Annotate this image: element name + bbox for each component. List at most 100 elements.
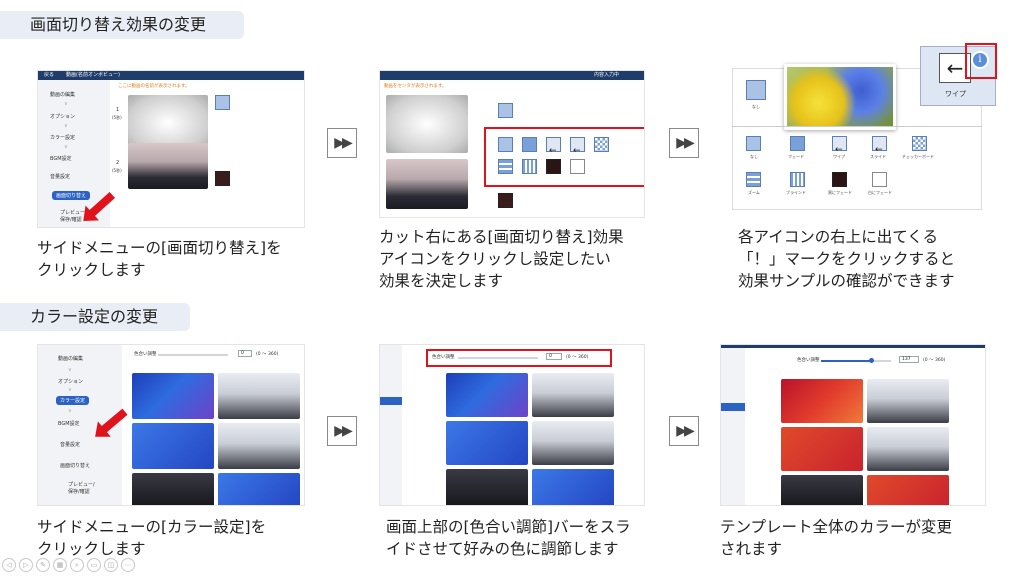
sidebar [380, 345, 402, 505]
sidebar-item-preview-sub[interactable]: 保存/確認 [60, 216, 82, 223]
effect-slide-icon[interactable]: ← [872, 136, 887, 155]
screenshot-step1: 戻る 動画(名前オンボビュー) ここに動画の名前が表示されます。 動画の編集 ∨… [37, 70, 305, 228]
transition-none-icon[interactable] [498, 103, 513, 118]
template-thumbnail[interactable] [867, 475, 949, 505]
sidebar-item-option[interactable]: オプション [50, 113, 75, 120]
chevron-down-icon: ∨ [68, 367, 72, 373]
subtitle-icon[interactable]: ▭ [87, 558, 101, 572]
template-thumbnail[interactable] [867, 427, 949, 471]
template-thumbnail[interactable] [218, 473, 300, 505]
effect-wipe-icon[interactable]: ← [832, 136, 847, 155]
effect-slide-icon[interactable]: ← [570, 137, 585, 156]
hue-slider[interactable] [458, 357, 538, 359]
sidebar-item-option[interactable]: オプション [58, 378, 83, 385]
caption-line: クリックします [37, 261, 146, 279]
sidebar-item-color[interactable]: カラー設定 [50, 134, 75, 141]
template-thumbnail[interactable] [132, 373, 214, 419]
template-thumbnail[interactable] [446, 373, 528, 417]
sidebar-item-voice[interactable]: 音量設定 [60, 441, 80, 448]
effect-zoom-icon[interactable] [746, 172, 761, 187]
chevron-down-icon: ∨ [64, 101, 68, 107]
effect-blind-icon[interactable] [522, 159, 537, 174]
template-thumbnail[interactable] [132, 423, 214, 469]
cut-thumbnail[interactable] [128, 143, 208, 189]
sidebar-item-bgm[interactable]: BGM設定 [50, 155, 72, 162]
transition-black-fade-icon[interactable] [498, 193, 513, 208]
template-thumbnail[interactable] [218, 373, 300, 419]
sidebar-item-transition[interactable]: 画面切り替え [52, 191, 91, 200]
sidebar-item-color-selected[interactable] [380, 397, 402, 405]
template-thumbnail[interactable] [532, 421, 614, 465]
cut-thumbnail[interactable] [386, 159, 468, 209]
template-thumbnail[interactable] [446, 469, 528, 505]
tutorial-slide: 画面切り替え効果の変更 カラー設定の変更 戻る 動画(名前オンボビュー) ここに… [0, 0, 1024, 576]
effect-black-fade-icon[interactable] [832, 172, 847, 187]
template-thumbnail[interactable] [867, 379, 949, 423]
hue-slider-track [871, 360, 891, 362]
hue-slider-knob[interactable] [869, 358, 874, 363]
effect-none-icon[interactable] [498, 137, 513, 152]
info-icon[interactable]: i [971, 51, 989, 69]
wipe-label: ワイプ [945, 90, 966, 98]
step1-caption: サイドメニューの[画面切り替え]を クリックします [37, 237, 282, 281]
template-thumbnail[interactable] [532, 469, 614, 505]
pen-icon[interactable]: ✎ [36, 558, 50, 572]
hue-value-input[interactable]: 0 [238, 350, 252, 357]
next-icon[interactable]: ▷ [19, 558, 33, 572]
effect-fade-icon[interactable] [790, 136, 805, 151]
effect-white-fade-icon[interactable] [570, 159, 585, 174]
sidebar-item-color[interactable]: カラー設定 [56, 396, 90, 405]
sidebar-item-preview[interactable]: プレビュー/ [68, 481, 95, 488]
sidebar-item-video-edit[interactable]: 動画の編集 [58, 355, 83, 362]
screenshot-step4: 動画の編集 ∨ オプション ∨ カラー設定 ∨ BGM設定 音量設定 画面切り替… [37, 344, 305, 506]
effect-black-fade-icon[interactable] [546, 159, 561, 174]
caption-line: イドさせて好みの色に調節します [386, 540, 619, 558]
template-thumbnail[interactable] [781, 427, 863, 471]
next-step-arrow-icon: ▶▶ [327, 128, 357, 158]
screenshot-step6: 色合い調整 137 (0 ～ 360) [720, 344, 986, 506]
caption-line: 効果サンプルの確認ができます [738, 272, 955, 290]
caption-line: カット右にある[画面切り替え]効果 [379, 228, 624, 246]
sidebar-item-color-selected[interactable] [721, 403, 745, 411]
app-topbar: 戻る 動画(名前オンボビュー) [38, 71, 304, 80]
template-thumbnail[interactable] [446, 421, 528, 465]
chevron-down-icon: ∨ [64, 123, 68, 129]
hue-value-input[interactable]: 0 [546, 353, 562, 360]
template-thumbnail[interactable] [532, 373, 614, 417]
camera-icon[interactable]: ◫ [104, 558, 118, 572]
sidebar-item-bgm[interactable]: BGM設定 [58, 420, 80, 427]
effect-none-icon[interactable] [746, 80, 766, 100]
template-thumbnail[interactable] [781, 475, 863, 505]
effect-checker-icon[interactable] [912, 136, 927, 151]
template-thumbnail[interactable] [132, 473, 214, 505]
cut-thumbnail[interactable] [386, 95, 468, 153]
notice-text: ここに動画の名前が表示されます。 [118, 84, 190, 89]
zoom-icon[interactable]: ⌕ [70, 558, 84, 572]
effect-zoom-icon[interactable] [498, 159, 513, 174]
slides-icon[interactable]: ▦ [53, 558, 67, 572]
effect-checker-icon[interactable] [594, 137, 609, 152]
effect-wipe-icon[interactable]: ← [546, 137, 561, 156]
sidebar-item-transition[interactable]: 画面切り替え [60, 462, 90, 469]
effect-none-icon[interactable] [746, 136, 761, 151]
effect-fade-icon[interactable] [522, 137, 537, 152]
transition-black-fade-icon[interactable] [215, 171, 230, 186]
effect-blind-icon[interactable] [790, 172, 805, 187]
effect-blind-label: ブラインド [786, 190, 806, 195]
caption-line: 画面上部の[色合い調節]バーをスラ [386, 518, 631, 536]
sidebar-item-preview-sub[interactable]: 保存/確認 [68, 488, 90, 495]
back-button[interactable]: 戻る [44, 71, 54, 80]
hue-slider[interactable] [821, 360, 871, 362]
sidebar-item-video-edit[interactable]: 動画の編集 [50, 91, 75, 98]
next-step-arrow-icon: ▶▶ [669, 128, 699, 158]
hue-slider[interactable] [158, 354, 228, 356]
prev-icon[interactable]: ◁ [2, 558, 16, 572]
transition-none-icon[interactable] [215, 95, 230, 110]
sidebar-item-voice[interactable]: 音量設定 [50, 173, 70, 180]
effect-white-fade-icon[interactable] [872, 172, 887, 187]
hue-value-input[interactable]: 137 [899, 356, 919, 363]
template-thumbnail[interactable] [218, 423, 300, 469]
step2-caption: カット右にある[画面切り替え]効果 アイコンをクリックし設定したい 効果を決定し… [379, 226, 624, 292]
template-thumbnail[interactable] [781, 379, 863, 423]
more-icon[interactable]: ⋯ [121, 558, 135, 572]
